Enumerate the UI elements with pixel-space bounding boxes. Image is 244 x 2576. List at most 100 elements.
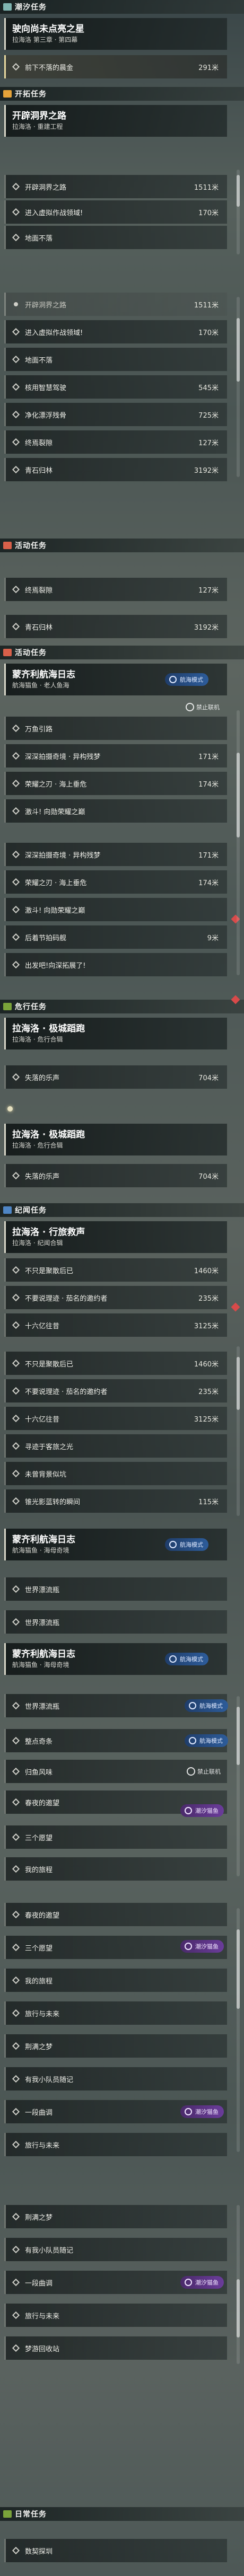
step-text: 激斗! 向勋荣耀之巅 xyxy=(25,906,85,915)
quest-card-voyage-log[interactable]: 蒙齐利航海日志 航海猫鱼 · 海母奇境 航海模式 xyxy=(4,1643,227,1675)
tracking-badge[interactable]: 航海模式 xyxy=(185,1699,228,1712)
quest-step[interactable]: 终焉裂隙 127米 xyxy=(4,430,227,454)
quest-step[interactable]: 激斗! 向勋荣耀之巅 xyxy=(4,799,227,823)
quest-step[interactable]: 开辟洞界之路 1511米 xyxy=(4,175,227,198)
quest-step[interactable]: 不要说理迹 · 茄名的邀约者 235米 xyxy=(4,1379,227,1402)
watermark-text: 禁止联机 xyxy=(196,704,220,711)
quest-step[interactable]: 旅行与未来 xyxy=(4,2304,227,2327)
quest-step[interactable]: 十六亿往昔 3125米 xyxy=(4,1407,227,1430)
quest-step[interactable]: 梦游回收站 xyxy=(4,2336,227,2360)
section-label: 日常任务 xyxy=(15,2510,47,2519)
quest-card-pioneer[interactable]: 开辟洞界之路 拉海洛 · 重建工程 xyxy=(4,105,227,137)
quest-step[interactable]: 荣耀之刃 · 海上垂危 174米 xyxy=(4,772,227,795)
quest-step[interactable]: 开辟洞界之路 1511米 xyxy=(4,293,227,316)
tracking-label: 潮汐猫鱼 xyxy=(195,2109,219,2115)
quest-step[interactable]: 三个愿望 xyxy=(4,1825,227,1849)
quest-step[interactable]: 我的旅程 xyxy=(4,1857,227,1881)
quest-step[interactable]: 失落的乐声 704米 xyxy=(4,1065,227,1089)
quest-step[interactable]: 深深拍摄奇境 · 异构残梦 171米 xyxy=(4,843,227,866)
step-marker-icon xyxy=(12,1798,20,1806)
quest-step[interactable]: 世界漂流瓶 xyxy=(4,1610,227,1634)
quest-subtitle: 拉海洛 · 重建工程 xyxy=(12,123,63,130)
quest-step[interactable]: 荆满之梦 xyxy=(4,2205,227,2228)
scrollbar-thumb[interactable] xyxy=(237,753,240,837)
tracking-badge[interactable]: 潮汐猫鱼 xyxy=(180,1804,224,1817)
step-marker-icon xyxy=(12,1767,20,1776)
quest-step[interactable]: 失落的乐声 704米 xyxy=(4,1164,227,1187)
quest-subtitle: 拉海洛 · 纪闻合辑 xyxy=(12,1239,63,1247)
tracking-badge[interactable]: 航海模式 xyxy=(185,1734,228,1747)
step-marker-icon xyxy=(12,1387,20,1395)
step-text: 终焉裂隙 xyxy=(25,586,53,595)
scrollbar-thumb[interactable] xyxy=(237,2279,240,2337)
quest-card-voyage-log[interactable]: 蒙齐利航海日志 航海猫鱼 · 老人鱼海 航海模式 xyxy=(4,664,227,695)
quest-subtitle: 拉海洛 · 危行合辑 xyxy=(12,1142,63,1149)
quest-step[interactable]: 不要说理迹 · 茄名的邀约者 235米 xyxy=(4,1286,227,1309)
quest-step[interactable]: 荆满之梦 xyxy=(4,2034,227,2058)
step-text: 失落的乐声 xyxy=(25,1074,60,1082)
quest-title: 拉海洛 · 极城蹈跑 xyxy=(12,1130,85,1140)
quest-step[interactable]: 有我小队员随记 xyxy=(4,2067,227,2090)
tracking-label: 潮汐猫鱼 xyxy=(195,1807,219,1814)
watermark: 禁止联机 xyxy=(186,703,220,711)
quest-step[interactable]: 春夜的邀望 xyxy=(4,1903,227,1926)
quest-step[interactable]: 万鱼引路 xyxy=(4,717,227,740)
quest-step[interactable]: 地面不落 xyxy=(4,226,227,249)
quest-step[interactable]: 进入虚拟作战领域! 170米 xyxy=(4,320,227,343)
tracking-badge[interactable]: 潮汐猫鱼 xyxy=(180,1940,224,1953)
quest-step[interactable]: 青石归林 3192米 xyxy=(4,458,227,481)
scrollbar-thumb[interactable] xyxy=(237,1707,240,1765)
tracking-badge[interactable]: 航海模式 xyxy=(165,1653,208,1665)
quest-step[interactable]: 激斗! 向勋荣耀之巅 xyxy=(4,898,227,921)
quest-step[interactable]: 进入虚拟作战领域! 170米 xyxy=(4,200,227,224)
quest-card-voyage-log[interactable]: 蒙齐利航海日志 航海猫鱼 · 海母奇境 航海模式 xyxy=(4,1529,227,1560)
quest-step[interactable]: 世界漂流瓶 xyxy=(4,1577,227,1601)
quest-subtitle: 航海猫鱼 · 海母奇境 xyxy=(12,1547,69,1554)
quest-step[interactable]: 旅行与未来 xyxy=(4,2001,227,2025)
step-text: 锥光影蓝转的瞬间 xyxy=(25,1498,81,1506)
quest-card-city-run[interactable]: 拉海洛 · 极城蹈跑 拉海洛 · 危行合辑 xyxy=(4,1018,227,1049)
quest-step[interactable]: 数契探圳 xyxy=(4,2539,227,2562)
quest-step[interactable]: 净化漂浮残骨 725米 xyxy=(4,403,227,426)
quest-card-travel-voice[interactable]: 拉海洛 · 行旅救声 拉海洛 · 纪闻合辑 xyxy=(4,1221,227,1253)
quest-step[interactable]: 荣耀之刃 · 海上垂危 174米 xyxy=(4,870,227,894)
quest-step[interactable]: 前下不落的晨金 291米 xyxy=(4,55,227,78)
quest-step[interactable]: 我的旅程 xyxy=(4,1969,227,1992)
step-distance: 1511米 xyxy=(194,183,219,192)
quest-step[interactable]: 锥光影蓝转的瞬间 115米 xyxy=(4,1489,227,1513)
step-marker-icon xyxy=(12,752,20,760)
quest-step[interactable]: 青石归林 3192米 xyxy=(4,615,227,638)
scrollbar-thumb[interactable] xyxy=(237,175,240,207)
quest-step[interactable]: 终焉裂隙 127米 xyxy=(4,578,227,601)
quest-step[interactable]: 深深拍摄奇境 · 异构残梦 171米 xyxy=(4,744,227,767)
quest-card-city-run[interactable]: 拉海洛 · 极城蹈跑 拉海洛 · 危行合辑 xyxy=(4,1124,227,1155)
step-distance: 174米 xyxy=(198,780,219,789)
tracking-badge[interactable]: 航海模式 xyxy=(165,1538,208,1551)
quest-step[interactable]: 出发吧!向深拓展了! xyxy=(4,953,227,976)
step-marker-icon xyxy=(12,2107,20,2116)
quest-step[interactable]: 寻迹于客旅之光 xyxy=(4,1434,227,1458)
scrollbar-track[interactable] xyxy=(237,710,240,975)
quest-step[interactable]: 有我小队员随记 xyxy=(4,2238,227,2261)
step-text: 春夜的邀望 xyxy=(25,1911,60,1920)
quest-step[interactable]: 不只是聚散后已 1460米 xyxy=(4,1352,227,1375)
quest-card-main-story[interactable]: 驶向尚未点亮之星 拉海洛 第三章 · 第四幕 xyxy=(4,18,227,50)
quest-step[interactable]: 未曾背景似坑 xyxy=(4,1462,227,1485)
tracking-badge[interactable]: 航海模式 xyxy=(165,673,208,686)
scrollbar-thumb[interactable] xyxy=(237,1929,240,2009)
tracking-badge[interactable]: 潮汐猫鱼 xyxy=(180,2276,224,2289)
scrollbar-thumb[interactable] xyxy=(237,1357,240,1410)
quest-step[interactable]: 不只是聚散后已 1460米 xyxy=(4,1258,227,1282)
step-distance: 704米 xyxy=(198,1172,219,1181)
quest-step[interactable]: 后着节拍码舰 9米 xyxy=(4,925,227,949)
quest-step[interactable]: 旅行与未来 xyxy=(4,2133,227,2156)
scrollbar-thumb[interactable] xyxy=(237,318,240,382)
step-marker-icon xyxy=(12,1910,20,1919)
quest-step[interactable]: 核用智慧驾驶 545米 xyxy=(4,375,227,399)
tracking-badge[interactable]: 潮汐猫鱼 xyxy=(180,2105,224,2118)
step-marker-icon xyxy=(12,622,20,631)
step-marker-icon xyxy=(12,233,20,242)
quest-step[interactable]: 十六亿往昔 3125米 xyxy=(4,1313,227,1337)
quest-step[interactable]: 地面不落 xyxy=(4,348,227,371)
step-text: 开辟洞界之路 xyxy=(25,301,67,310)
